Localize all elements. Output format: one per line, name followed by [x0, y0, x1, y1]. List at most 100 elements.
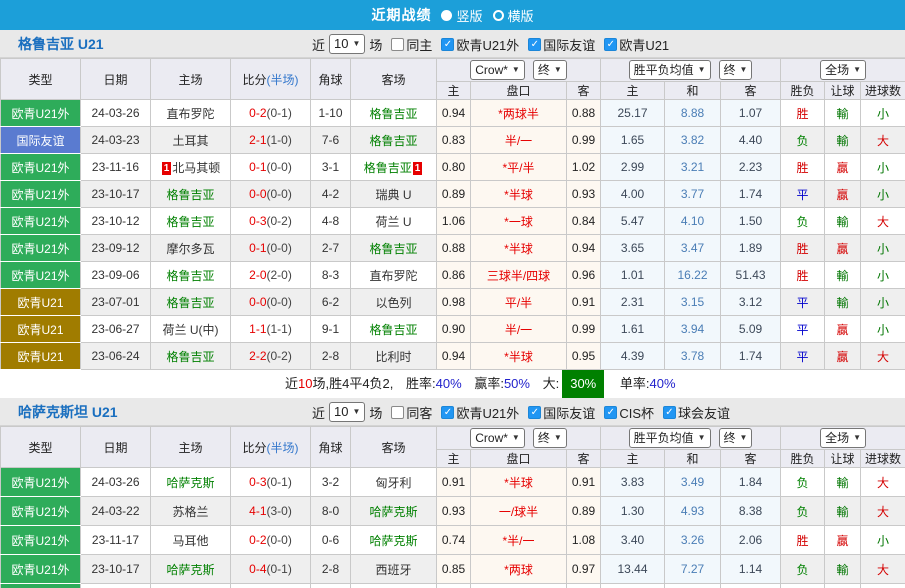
- games-label: 场: [369, 405, 383, 421]
- table-header-row: 类型 日期 主场 比分(半场) 角球 客场 Crow* ▼ 终 ▼ 胜平负均值 ▼ 终 ▼ 全场 ▼: [0, 426, 905, 468]
- type-badge: 欧青U21外: [0, 234, 81, 262]
- win-mean: 2.31: [600, 288, 666, 316]
- recent-count-select[interactable]: 10 ▼: [329, 402, 366, 422]
- type-badge: 欧青U21外: [0, 525, 81, 555]
- fulltime-score: 0-3: [249, 214, 267, 228]
- result-goals: 大: [860, 126, 905, 154]
- win-mean: 1.30: [600, 496, 666, 526]
- same-venue-checkbox[interactable]: [391, 405, 405, 419]
- competition-checkbox-3[interactable]: ✓: [662, 405, 676, 419]
- home-odds: 0.98: [436, 288, 471, 316]
- chevron-down-icon: ▼: [853, 65, 862, 74]
- halftime-score: (0-0): [266, 533, 292, 547]
- away-team: 哈萨克斯: [350, 525, 437, 555]
- result-wdl: 平: [780, 315, 826, 343]
- fulltime-score: 0-3: [249, 475, 267, 489]
- away-odds: 0.89: [565, 496, 602, 526]
- corner-score: 2-7: [310, 234, 351, 262]
- match-row: 欧青U21 23-06-27 荷兰 U(中) 1-1(1-1) 9-1 格鲁吉亚 0.90 半…: [0, 315, 905, 343]
- chevron-down-icon: ▼: [352, 407, 361, 416]
- result-goals: 小: [860, 234, 905, 262]
- empty-cell: [664, 583, 722, 588]
- halftime-score: (0-1): [266, 562, 292, 576]
- bookmaker-select-value: Crow*: [475, 431, 508, 445]
- handicap: *两球: [470, 554, 567, 584]
- cover-rate-value: 50%: [503, 376, 530, 391]
- empty-cell: [720, 583, 782, 588]
- recent-count-select[interactable]: 10 ▼: [329, 34, 366, 54]
- empty-cell: [565, 583, 602, 588]
- result-wdl: 负: [780, 126, 826, 154]
- competition-checkbox-2[interactable]: ✓: [604, 405, 618, 419]
- competition-checkbox-0[interactable]: ✓: [441, 405, 455, 419]
- competition-checkbox-0[interactable]: ✓: [441, 37, 455, 51]
- same-venue-label: 同客: [406, 405, 433, 421]
- home-odds: 0.86: [436, 261, 471, 289]
- fulltime-score: 2-0: [249, 268, 267, 282]
- filters-bar: 近 10 ▼ 场同客 ✓ 欧青U21外 ✓ 国际友谊 ✓ CIS杯 ✓ 球会友谊: [312, 398, 730, 426]
- handicap: *两球半: [470, 99, 567, 127]
- radio-vertical[interactable]: 竖版: [441, 6, 483, 25]
- away-team-name: 比利时: [375, 349, 412, 364]
- empty-cell: [470, 583, 567, 588]
- matches-table-georgia: 类型 日期 主场 比分(半场) 角球 客场 Crow* ▼ 终 ▼ 胜平负均值 ▼ 终 ▼ 全场 ▼ 主盘口客主…: [0, 58, 905, 370]
- bookmaker-select[interactable]: Crow* ▼: [470, 60, 525, 80]
- match-date: 23-11-17: [80, 525, 151, 555]
- wdl-final-select[interactable]: 终 ▼: [718, 428, 753, 448]
- win-mean: 3.65: [600, 234, 666, 262]
- sub-col-header-2: 客: [565, 81, 602, 100]
- away-team-name: 以色列: [375, 295, 412, 310]
- bookmaker-select-value: Crow*: [475, 63, 508, 77]
- odds-final-select[interactable]: 终 ▼: [532, 60, 567, 80]
- wdl-mean-select[interactable]: 胜平负均值 ▼: [628, 428, 711, 448]
- score: 2-1(1-0): [230, 126, 311, 154]
- fulltime-select-value: 全场: [825, 431, 850, 445]
- competition-checkbox-1[interactable]: ✓: [528, 405, 542, 419]
- corner-score: 9-1: [310, 315, 351, 343]
- chevron-down-icon: ▼: [739, 65, 748, 74]
- score: 0-0(0-0): [230, 180, 311, 208]
- wdl-mean-select[interactable]: 胜平负均值 ▼: [628, 60, 711, 80]
- result-goals: 大: [860, 467, 905, 497]
- corner-score: 0-6: [310, 525, 351, 555]
- result-wdl: 胜: [780, 99, 826, 127]
- fulltime-select[interactable]: 全场 ▼: [820, 428, 867, 448]
- radio-horizontal[interactable]: 横版: [492, 6, 534, 25]
- match-row: 欧青U21外 24-03-22 苏格兰 4-1(3-0) 8-0 哈萨克斯 0.93 一/球半…: [0, 496, 905, 526]
- fulltime-select[interactable]: 全场 ▼: [820, 60, 867, 80]
- lose-mean: 1.74: [720, 180, 782, 208]
- col-header-score: 比分(半场): [230, 426, 311, 468]
- win-mean: 3.83: [600, 467, 666, 497]
- result-wdl: 负: [780, 207, 826, 235]
- summary-prefix: 近: [285, 376, 299, 391]
- result-goals: 大: [860, 207, 905, 235]
- empty-cell: [860, 583, 905, 588]
- sub-col-header-3: 主: [600, 449, 666, 468]
- result-handicap: 贏: [824, 315, 862, 343]
- match-row: 欧青U21外 24-03-26 直布罗陀 0-2(0-1) 1-10 格鲁吉亚 0.94 *两…: [0, 99, 905, 127]
- sub-col-header-7: 让球: [824, 449, 862, 468]
- competition-checkbox-1[interactable]: ✓: [528, 37, 542, 51]
- competition-label-2: 欧青U21: [619, 37, 670, 53]
- home-team-name: 格鲁吉亚: [166, 187, 215, 202]
- match-row: 欧青U21外 23-11-16 1 北马其顿 0-1(0-0) 3-1 格鲁吉亚 1 0.80 *…: [0, 153, 905, 181]
- same-venue-label: 同主: [406, 37, 433, 53]
- result-wdl: 负: [780, 467, 826, 497]
- halftime-score: (1-0): [266, 133, 292, 147]
- summary-bar: 近10场,胜4平4负2, 胜率:40% 赢率:50% 大: 30% 单率:40%: [0, 370, 905, 398]
- same-venue-checkbox[interactable]: [391, 37, 405, 51]
- competition-checkbox-2[interactable]: ✓: [604, 37, 618, 51]
- sub-col-header-5: 客: [720, 81, 782, 100]
- away-team: 以色列: [350, 288, 437, 316]
- col-header-away: 客场: [350, 426, 437, 468]
- near-label: 近: [312, 37, 326, 53]
- result-wdl: 胜: [780, 153, 826, 181]
- sub-col-header-0: 主: [436, 449, 471, 468]
- odds-final-select[interactable]: 终 ▼: [532, 428, 567, 448]
- bookmaker-select[interactable]: Crow* ▼: [470, 428, 525, 448]
- sub-col-header-0: 主: [436, 81, 471, 100]
- wdl-final-select[interactable]: 终 ▼: [718, 60, 753, 80]
- empty-cell: [80, 583, 151, 588]
- win-mean: 1.61: [600, 315, 666, 343]
- empty-cell: [150, 583, 231, 588]
